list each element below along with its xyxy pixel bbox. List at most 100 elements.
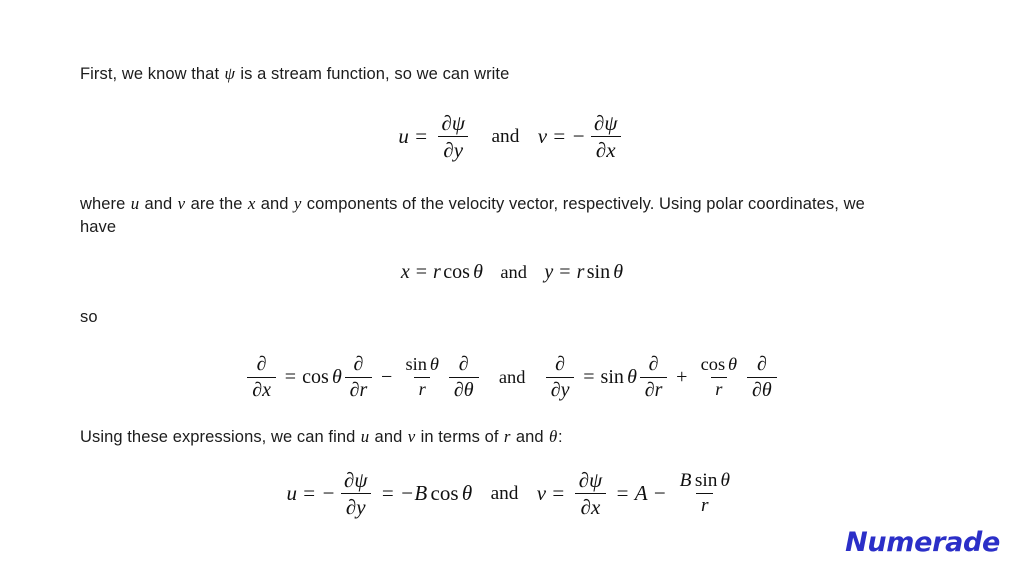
eq3-term3-fraction-left: ∂ ∂θ xyxy=(448,352,479,401)
eq3-lhs-denominator-left: ∂x xyxy=(247,376,276,401)
eq4-result-minus-left: − xyxy=(401,481,414,506)
paragraph-components-text-d: and xyxy=(256,194,294,213)
eq3-term2-angle-left: θ xyxy=(429,354,439,375)
eq2-angle-left: θ xyxy=(473,261,483,284)
eq3-angle-right: θ xyxy=(627,365,637,388)
paragraph-find-text-c: in terms of xyxy=(415,427,504,446)
eq3-term2-denominator-left: r xyxy=(414,376,431,399)
eq4-result-angle-right: θ xyxy=(720,469,730,491)
eq1-denominator-left: ∂y xyxy=(438,136,469,162)
equation-velocity-from-stream-function: u = ∂ψ ∂y and v = − ∂ψ ∂x xyxy=(80,111,944,162)
eq2-lhs-y: y xyxy=(544,261,554,284)
eq2-angle-right: θ xyxy=(613,261,624,284)
eq1-equals-left: = xyxy=(415,124,428,149)
eq4-lhs-u: u xyxy=(286,481,297,506)
eq4-equals-1-left: = xyxy=(303,481,316,506)
eq4-fraction-left: ∂ψ ∂y xyxy=(339,469,373,518)
inline-math-v-1: v xyxy=(177,193,186,213)
eq3-term1-denominator-left: ∂r xyxy=(344,376,373,401)
inline-math-psi: ψ xyxy=(224,64,235,83)
eq3-lhs-fraction-right: ∂ ∂y xyxy=(545,352,575,401)
paragraph-intro-text-a: First, we know that xyxy=(80,65,224,83)
eq3-term1-denominator-right: ∂r xyxy=(639,376,668,401)
eq1-fraction-left: ∂ψ ∂y xyxy=(436,111,470,162)
eq2-radius-left: r xyxy=(433,261,441,284)
eq1-minus-sign: − xyxy=(572,124,585,149)
eq4-conjunction: and xyxy=(490,482,519,504)
eq3-function-cos-left: cos xyxy=(302,365,329,388)
eq2-lhs-x: x xyxy=(400,261,410,284)
eq4-result-coefficient-B-left: B xyxy=(414,481,428,506)
eq3-term3-fraction-right: ∂ ∂θ xyxy=(747,352,777,401)
eq4-result-coefficient-B-right: B xyxy=(679,469,692,491)
paragraph-so: so xyxy=(80,308,98,327)
eq4-equals-2-left: = xyxy=(381,481,394,506)
eq3-term2-numerator-right: cos θ xyxy=(696,355,742,376)
eq3-term3-denominator-left: ∂θ xyxy=(448,376,479,401)
eq3-term3-numerator-left: ∂ xyxy=(458,352,469,375)
eq3-lhs-numerator-left: ∂ xyxy=(256,352,267,375)
inline-math-theta: θ xyxy=(548,426,558,446)
paragraph-find-text-a: Using these expressions, we can find xyxy=(80,427,361,446)
eq2-function-cos: cos xyxy=(443,261,470,284)
eq3-equals-left: = xyxy=(284,365,297,388)
eq3-function-sin-right: sin xyxy=(600,365,624,388)
eq4-minus-left: − xyxy=(322,481,335,506)
eq3-lhs-fraction-left: ∂ ∂x xyxy=(247,352,276,401)
paragraph-find-text-e: : xyxy=(558,427,563,446)
paragraph-intro-text-b: is a stream function, so we can write xyxy=(235,65,510,83)
eq2-equals-left: = xyxy=(415,261,428,284)
eq4-result-function-sin: sin xyxy=(694,469,718,491)
inline-math-x: x xyxy=(247,193,256,213)
eq3-term3-numerator-right: ∂ xyxy=(756,352,767,375)
eq4-lhs-v: v xyxy=(536,481,547,506)
eq3-lhs-numerator-right: ∂ xyxy=(555,352,566,375)
paragraph-components-text-a: where xyxy=(80,194,131,213)
inline-math-u-1: u xyxy=(130,193,140,213)
eq3-term2-function-cos-right: cos xyxy=(700,354,726,375)
eq3-term1-fraction-left: ∂ ∂r xyxy=(344,353,373,401)
eq3-term3-denominator-right: ∂θ xyxy=(747,376,777,401)
eq3-term2-numerator-left: sin θ xyxy=(401,355,444,376)
eq3-term2-fraction-right: cos θ r xyxy=(696,355,742,399)
eq1-lhs-v: v xyxy=(537,124,548,149)
eq4-fraction-right: ∂ψ ∂x xyxy=(574,469,608,518)
eq4-numerator-right: ∂ψ xyxy=(578,468,603,493)
eq3-operator-left: − xyxy=(381,365,393,388)
eq3-term2-fraction-left: sin θ r xyxy=(401,355,444,399)
eq2-conjunction: and xyxy=(500,262,527,283)
solution-page: First, we know that ψ is a stream functi… xyxy=(0,0,1024,576)
eq1-numerator-right: ∂ψ xyxy=(594,111,618,136)
eq4-equals-2-right: = xyxy=(616,481,629,506)
eq1-denominator-right: ∂x xyxy=(590,136,621,162)
eq3-term2-denominator-right: r xyxy=(710,376,728,399)
eq3-term2-function-sin-left: sin xyxy=(405,354,427,375)
eq3-term2-angle-right: θ xyxy=(728,354,738,375)
paragraph-components: where u and v are the x and y components… xyxy=(80,192,880,240)
eq1-conjunction: and xyxy=(491,125,520,147)
eq2-function-sin: sin xyxy=(586,261,611,284)
paragraph-find-components: Using these expressions, we can find u a… xyxy=(80,425,880,449)
equation-velocity-components-in-polar: u = − ∂ψ ∂y = − B cos θ and v = ∂ψ ∂x = … xyxy=(80,469,944,518)
eq1-lhs-u: u xyxy=(398,124,409,149)
eq4-equals-1-right: = xyxy=(552,481,565,506)
eq4-numerator-left: ∂ψ xyxy=(343,468,368,493)
eq2-radius-right: r xyxy=(576,261,585,284)
eq3-conjunction: and xyxy=(498,366,526,387)
eq4-result-denominator-right: r xyxy=(696,493,714,516)
inline-math-y: y xyxy=(293,193,302,213)
paragraph-components-text-c: are the xyxy=(185,194,248,213)
paragraph-intro: First, we know that ψ is a stream functi… xyxy=(80,62,880,86)
eq3-angle-left: θ xyxy=(331,365,342,388)
inline-math-r: r xyxy=(503,426,511,446)
inline-math-v-2: v xyxy=(407,426,416,446)
eq4-denominator-left: ∂y xyxy=(340,493,371,518)
equation-polar-coordinate-definitions: x = r cos θ and y = r sin θ xyxy=(80,261,944,284)
eq3-lhs-denominator-right: ∂y xyxy=(545,376,575,401)
eq4-result-fraction-right: Bsin θ r xyxy=(675,469,735,517)
eq4-denominator-right: ∂x xyxy=(575,493,606,518)
eq4-operator-right: − xyxy=(653,481,666,506)
eq4-result-function-cos: cos xyxy=(430,481,459,506)
inline-math-u-2: u xyxy=(360,426,370,446)
eq1-numerator-left: ∂ψ xyxy=(441,111,465,136)
